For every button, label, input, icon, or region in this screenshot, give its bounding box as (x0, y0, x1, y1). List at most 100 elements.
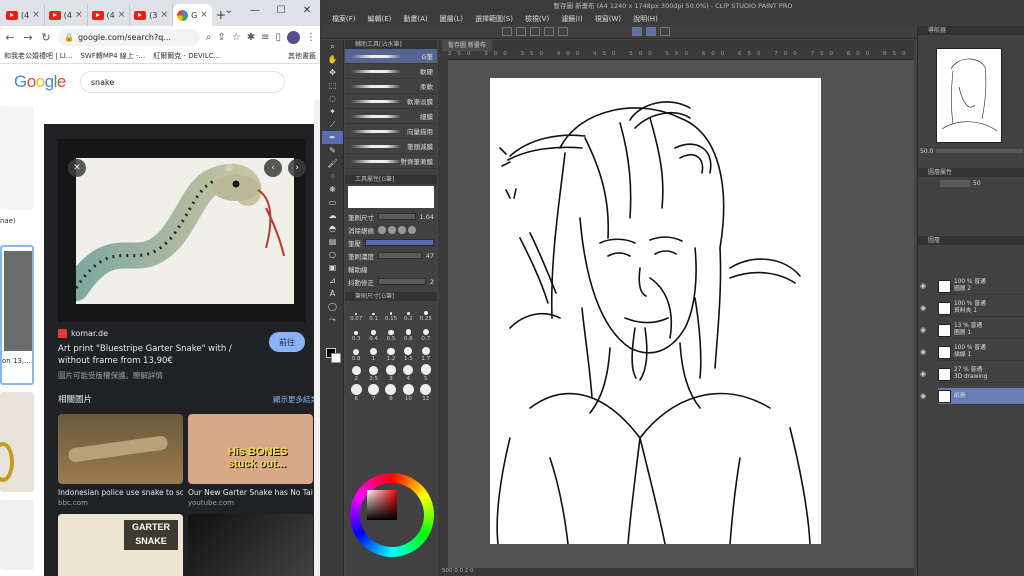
star-icon[interactable]: ☆ (232, 32, 241, 43)
brush-size-option[interactable]: 7 (365, 383, 381, 402)
prop-brush-size[interactable]: 筆刷尺寸 1.04 (345, 210, 437, 223)
layer-row[interactable]: 紙張 (938, 388, 1024, 405)
extensions-icon[interactable]: ✱ (247, 32, 255, 43)
move-tool-icon[interactable]: ✥ (322, 66, 343, 79)
menu-edit[interactable]: 編輯(E) (368, 14, 392, 24)
search-input[interactable]: snake (79, 71, 285, 93)
brush-size-option[interactable]: 12 (418, 383, 434, 402)
brush-size-option[interactable]: 0.15 (383, 303, 399, 322)
lens-icon[interactable]: ◎ (220, 159, 238, 177)
brush-size-option[interactable]: 0.6 (400, 323, 416, 342)
google-logo[interactable]: Google (14, 72, 66, 92)
menu-filter[interactable]: 濾鏡(I) (561, 14, 583, 24)
frame-tool-icon[interactable]: ▣ (322, 261, 343, 274)
color-wheel[interactable] (350, 473, 434, 557)
brush-item[interactable]: 軟漸淡膜 (345, 94, 437, 109)
related-more-link[interactable]: 顯示更多結果 (273, 394, 318, 405)
bookmark-1[interactable]: 和我老公婚禮吧 | LI... (4, 51, 72, 61)
clear-icon[interactable] (530, 27, 540, 36)
related-item[interactable] (188, 514, 313, 576)
brush-item[interactable]: G筆 (345, 49, 437, 64)
brush-item[interactable]: 筆頭減膜 (345, 139, 437, 154)
zoom-tool-icon[interactable]: ⌕ (322, 40, 343, 53)
share-icon[interactable]: ⇪ (217, 32, 225, 43)
brush-size-option[interactable]: 6 (348, 383, 364, 402)
layer-visibility-icon[interactable]: ◉ (920, 370, 926, 378)
blend-tool-icon[interactable]: ☁ (322, 209, 343, 222)
tab-google[interactable]: G × (173, 4, 212, 26)
menu-help[interactable]: 說明(H) (633, 14, 658, 24)
related-item[interactable]: GARTER SNAKE (58, 514, 183, 576)
search-icon[interactable]: ⌕ (206, 32, 212, 43)
fill-tool-icon[interactable]: ◓ (322, 222, 343, 235)
brush-item[interactable]: 對齊筆漸膜 (345, 154, 437, 169)
brush-size-option[interactable]: 1.7 (418, 343, 434, 362)
brush-size-option[interactable]: 10 (400, 383, 416, 402)
brush-size-option[interactable]: 0.07 (348, 303, 364, 322)
close-icon[interactable]: × (32, 10, 40, 20)
wand-tool-icon[interactable]: ✦ (322, 105, 343, 118)
brush-size-option[interactable]: 1 (365, 343, 381, 362)
brush-size-option[interactable]: 8 (383, 383, 399, 402)
layer-visibility-icon[interactable]: ◉ (920, 282, 926, 290)
layer-row[interactable]: 100 % 普通 資料夾 1 (938, 300, 1024, 317)
bookmark-other[interactable]: 其他書籤 (288, 51, 316, 61)
page-scrollbar[interactable] (314, 100, 320, 576)
tab-youtube-4[interactable]: (3 × (130, 4, 174, 26)
tab-youtube-1[interactable]: (4 × (2, 4, 45, 26)
layer-visibility-icon[interactable]: ◉ (920, 392, 926, 400)
hand-tool-icon[interactable]: ✋ (322, 53, 343, 66)
brush-size-option[interactable]: 0.5 (383, 323, 399, 342)
brush-size-option[interactable]: 0.3 (348, 323, 364, 342)
more-icon[interactable]: ⋮ (244, 159, 262, 177)
select-tool-icon[interactable]: ⬚ (322, 79, 343, 92)
layer-visibility-icon[interactable]: ◉ (920, 304, 926, 312)
layer-row[interactable]: 100 % 普通 圖層 2 (938, 278, 1024, 295)
layer-visibility-icon[interactable]: ◉ (920, 326, 926, 334)
selected-result-thumb[interactable]: on 13,... (0, 245, 34, 385)
close-icon[interactable]: × (118, 10, 126, 20)
brush-size-option[interactable]: 0.4 (365, 323, 381, 342)
layer-row[interactable]: 13 % 普通 圖層 1 (938, 322, 1024, 339)
prop-antialias[interactable]: 消除鋸齒 (345, 223, 437, 236)
address-bar[interactable]: 🔒 google.com/search?q... (58, 28, 200, 46)
brush-tool-icon[interactable]: 🖌 (322, 157, 343, 170)
lasso-tool-icon[interactable]: ◌ (322, 92, 343, 105)
prop-density[interactable]: 筆刷濃度 47 (345, 249, 437, 262)
canvas-paper[interactable] (490, 78, 821, 545)
snap-icon[interactable] (632, 27, 642, 36)
brush-size-option[interactable]: 2.5 (365, 363, 381, 382)
related-item[interactable]: His BONES stuck out... Our New Garter Sn… (188, 414, 313, 507)
sidepanel-icon[interactable]: ▯ (275, 32, 281, 43)
source-row[interactable]: komar.de (58, 329, 108, 338)
avatar[interactable] (287, 30, 300, 44)
menu-view[interactable]: 檢視(V) (525, 14, 549, 24)
copyright-note[interactable]: 圖片可能受版權保護。瞭解詳情 (58, 370, 163, 381)
brush-item[interactable]: 柔軟 (345, 79, 437, 94)
color-square[interactable] (367, 490, 397, 520)
correct-line-tool-icon[interactable]: ⤳ (322, 313, 343, 326)
next-icon[interactable]: › (288, 159, 306, 177)
maximize-icon[interactable]: ☐ (268, 0, 294, 20)
brush-size-option[interactable]: 0.2 (400, 303, 416, 322)
brush-size-option[interactable]: 0.25 (418, 303, 434, 322)
tab-youtube-2[interactable]: (4 × (45, 4, 88, 26)
back-icon[interactable]: ← (4, 31, 16, 44)
result-thumb[interactable] (0, 392, 34, 492)
close-icon[interactable]: × (161, 10, 169, 20)
result-thumb[interactable] (0, 106, 34, 210)
close-preview-icon[interactable]: ✕ (68, 159, 86, 177)
image-title[interactable]: Art print "Bluestripe Garter Snake" with… (58, 343, 258, 367)
layer-blend-row[interactable]: 50 (940, 178, 1022, 188)
layer-row[interactable]: 27 % 普通 3D drawing (938, 366, 1024, 383)
balloon-tool-icon[interactable]: ◯ (322, 300, 343, 313)
brush-size-option[interactable]: 2 (348, 363, 364, 382)
menu-file[interactable]: 檔案(F) (332, 14, 356, 24)
document-tab[interactable]: 暫存圖 新畫布 (442, 40, 492, 51)
pencil-tool-icon[interactable]: ✎ (322, 144, 343, 157)
brush-size-option[interactable]: 1.5 (400, 343, 416, 362)
minimize-icon[interactable]: — (242, 0, 268, 20)
brush-size-option[interactable]: 3 (383, 363, 399, 382)
eraser-tool-icon[interactable]: ▭ (322, 196, 343, 209)
redo-icon[interactable] (516, 27, 526, 36)
